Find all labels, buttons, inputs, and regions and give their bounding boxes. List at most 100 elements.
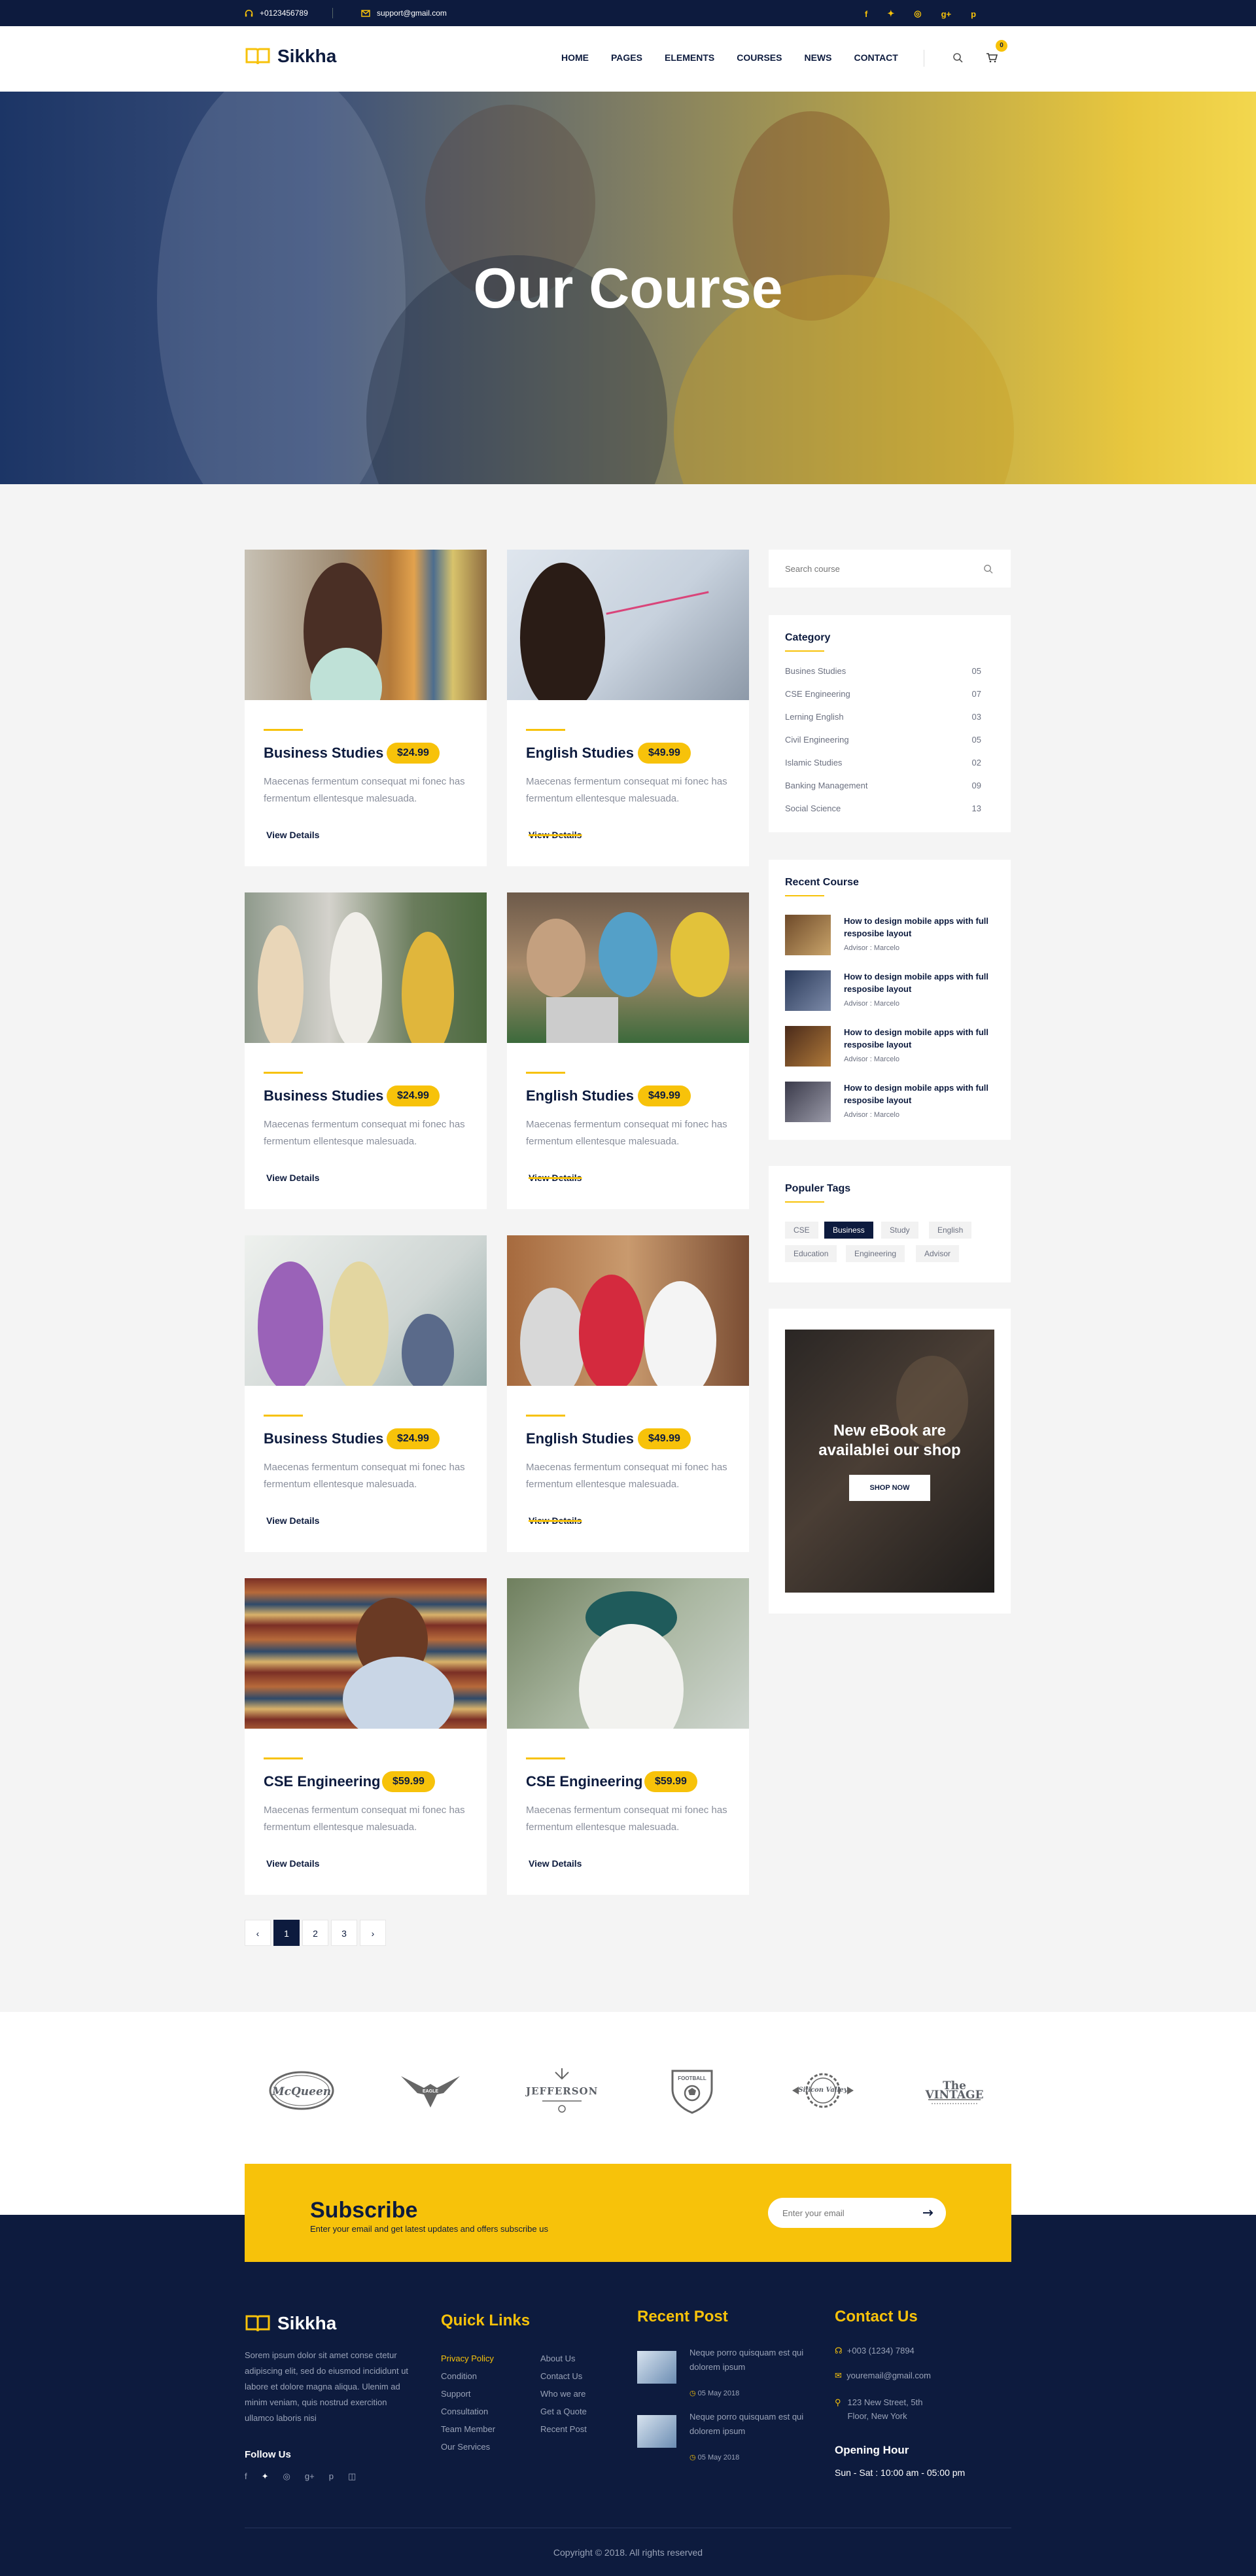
course-card[interactable]: English Studies $49.99 Maecenas fermentu… bbox=[507, 550, 749, 866]
pagination-prev[interactable]: ‹ bbox=[245, 1920, 271, 1946]
course-card[interactable]: Business Studies $24.99 Maecenas ferment… bbox=[245, 550, 487, 866]
footer-link[interactable]: Who we are bbox=[540, 2385, 587, 2403]
nav-pages[interactable]: PAGES bbox=[611, 52, 642, 63]
category-item[interactable]: Islamic Studies 02 bbox=[785, 758, 981, 768]
course-card[interactable]: Business Studies $24.99 Maecenas ferment… bbox=[245, 1235, 487, 1552]
course-title[interactable]: English Studies bbox=[526, 1430, 634, 1447]
recent-course-link[interactable]: How to design mobile apps with full resp… bbox=[844, 970, 994, 995]
recent-course-thumbnail[interactable] bbox=[785, 915, 831, 955]
course-title[interactable]: Business Studies bbox=[264, 1087, 383, 1104]
category-item[interactable]: Banking Management 09 bbox=[785, 781, 981, 790]
course-image[interactable] bbox=[245, 1235, 487, 1386]
course-title[interactable]: English Studies bbox=[526, 1087, 634, 1104]
course-image[interactable] bbox=[245, 1578, 487, 1729]
cart-icon[interactable] bbox=[986, 52, 998, 63]
course-image[interactable] bbox=[245, 550, 487, 700]
tag-business[interactable]: Business bbox=[824, 1222, 873, 1239]
footer-link[interactable]: Condition bbox=[441, 2367, 495, 2385]
course-card[interactable]: English Studies $49.99 Maecenas fermentu… bbox=[507, 892, 749, 1209]
pagination-next[interactable]: › bbox=[360, 1920, 386, 1946]
contact-email[interactable]: ✉ youremail@gmail.com bbox=[835, 2371, 931, 2381]
recent-course-link[interactable]: How to design mobile apps with full resp… bbox=[844, 915, 994, 940]
view-details-link[interactable]: View Details bbox=[266, 1173, 319, 1183]
course-card[interactable]: Business Studies $24.99 Maecenas ferment… bbox=[245, 892, 487, 1209]
contact-phone[interactable]: ☊ +003 (1234) 7894 bbox=[835, 2346, 915, 2356]
recent-course-thumbnail[interactable] bbox=[785, 970, 831, 1011]
course-title[interactable]: English Studies bbox=[526, 745, 634, 762]
footer-link[interactable]: Recent Post bbox=[540, 2420, 587, 2438]
shop-now-button[interactable]: SHOP NOW bbox=[849, 1475, 930, 1501]
view-details-link[interactable]: View Details bbox=[529, 830, 582, 840]
course-image[interactable] bbox=[507, 1235, 749, 1386]
subscribe-email-input[interactable] bbox=[782, 2206, 907, 2219]
view-details-link[interactable]: View Details bbox=[529, 1858, 582, 1869]
footer-link[interactable]: Our Services bbox=[441, 2438, 495, 2456]
tag-engineering[interactable]: Engineering bbox=[846, 1245, 905, 1262]
footer-link[interactable]: Team Member bbox=[441, 2420, 495, 2438]
pagination-page-1[interactable]: 1 bbox=[273, 1920, 300, 1946]
google-plus-icon[interactable]: g+ bbox=[305, 2471, 315, 2482]
instagram-icon[interactable]: ◫ bbox=[348, 2471, 356, 2482]
pinterest-icon[interactable]: p bbox=[329, 2471, 334, 2482]
tag-study[interactable]: Study bbox=[881, 1222, 918, 1239]
category-item[interactable]: CSE Engineering 07 bbox=[785, 689, 981, 699]
view-details-link[interactable]: View Details bbox=[266, 1858, 319, 1869]
recent-course-item[interactable]: How to design mobile apps with full resp… bbox=[785, 970, 994, 1011]
facebook-icon[interactable]: f bbox=[245, 2471, 247, 2482]
course-image[interactable] bbox=[245, 892, 487, 1043]
dribbble-icon[interactable]: ◎ bbox=[283, 2471, 290, 2482]
recent-course-item[interactable]: How to design mobile apps with full resp… bbox=[785, 915, 994, 955]
facebook-icon[interactable]: f bbox=[865, 9, 867, 19]
course-title[interactable]: CSE Engineering bbox=[264, 1773, 380, 1790]
pinterest-icon[interactable]: p bbox=[971, 9, 976, 19]
course-image[interactable] bbox=[507, 892, 749, 1043]
brand-logo-football[interactable]: FOOTBALL bbox=[656, 2064, 728, 2117]
brand-logo-silicon-valley[interactable]: Silicon Valley bbox=[787, 2064, 859, 2117]
recent-course-item[interactable]: How to design mobile apps with full resp… bbox=[785, 1082, 994, 1122]
recent-course-thumbnail[interactable] bbox=[785, 1026, 831, 1067]
recent-post-link[interactable]: Neque porro quisquam est qui dolorem ips… bbox=[689, 2410, 807, 2439]
course-image[interactable] bbox=[507, 1578, 749, 1729]
phone-contact[interactable]: +0123456789 bbox=[245, 9, 308, 18]
view-details-link[interactable]: View Details bbox=[266, 1515, 319, 1526]
course-title[interactable]: CSE Engineering bbox=[526, 1773, 642, 1790]
footer-link[interactable]: Consultation bbox=[441, 2403, 495, 2420]
category-item[interactable]: Social Science 13 bbox=[785, 803, 981, 813]
tag-education[interactable]: Education bbox=[785, 1245, 837, 1262]
nav-home[interactable]: HOME bbox=[561, 52, 589, 63]
category-item[interactable]: Busines Studies 05 bbox=[785, 666, 981, 676]
recent-course-thumbnail[interactable] bbox=[785, 1082, 831, 1122]
category-item[interactable]: Lerning English 03 bbox=[785, 712, 981, 722]
search-input[interactable] bbox=[785, 561, 968, 576]
footer-link[interactable]: Privacy Policy bbox=[441, 2350, 495, 2367]
recent-course-link[interactable]: How to design mobile apps with full resp… bbox=[844, 1082, 994, 1106]
view-details-link[interactable]: View Details bbox=[266, 830, 319, 840]
footer-link[interactable]: Support bbox=[441, 2385, 495, 2403]
footer-logo[interactable]: Sikkha bbox=[245, 2313, 336, 2334]
twitter-icon[interactable]: ✦ bbox=[262, 2471, 269, 2482]
email-contact[interactable]: support@gmail.com bbox=[361, 9, 447, 18]
brand-logo-eagle[interactable]: EAGLE bbox=[394, 2064, 466, 2117]
arrow-right-icon[interactable] bbox=[922, 2209, 934, 2217]
dribbble-icon[interactable]: ◎ bbox=[914, 9, 921, 19]
recent-course-item[interactable]: How to design mobile apps with full resp… bbox=[785, 1026, 994, 1067]
view-details-link[interactable]: View Details bbox=[529, 1173, 582, 1183]
view-details-link[interactable]: View Details bbox=[529, 1515, 582, 1526]
course-card[interactable]: CSE Engineering $59.99 Maecenas fermentu… bbox=[245, 1578, 487, 1895]
course-image[interactable] bbox=[507, 550, 749, 700]
recent-post-thumbnail[interactable] bbox=[637, 2415, 676, 2448]
pagination-page-3[interactable]: 3 bbox=[331, 1920, 357, 1946]
brand-logo-mcqueen[interactable]: McQueen bbox=[266, 2064, 338, 2117]
course-card[interactable]: English Studies $49.99 Maecenas fermentu… bbox=[507, 1235, 749, 1552]
tag-english[interactable]: English bbox=[929, 1222, 972, 1239]
footer-link[interactable]: Get a Quote bbox=[540, 2403, 587, 2420]
tag-advisor[interactable]: Advisor bbox=[916, 1245, 960, 1262]
footer-link[interactable]: Contact Us bbox=[540, 2367, 587, 2385]
course-title[interactable]: Business Studies bbox=[264, 1430, 383, 1447]
search-icon[interactable] bbox=[952, 52, 963, 63]
recent-course-link[interactable]: How to design mobile apps with full resp… bbox=[844, 1026, 994, 1051]
recent-post-thumbnail[interactable] bbox=[637, 2351, 676, 2384]
footer-link[interactable]: About Us bbox=[540, 2350, 587, 2367]
course-title[interactable]: Business Studies bbox=[264, 745, 383, 762]
tag-cse[interactable]: CSE bbox=[785, 1222, 818, 1239]
